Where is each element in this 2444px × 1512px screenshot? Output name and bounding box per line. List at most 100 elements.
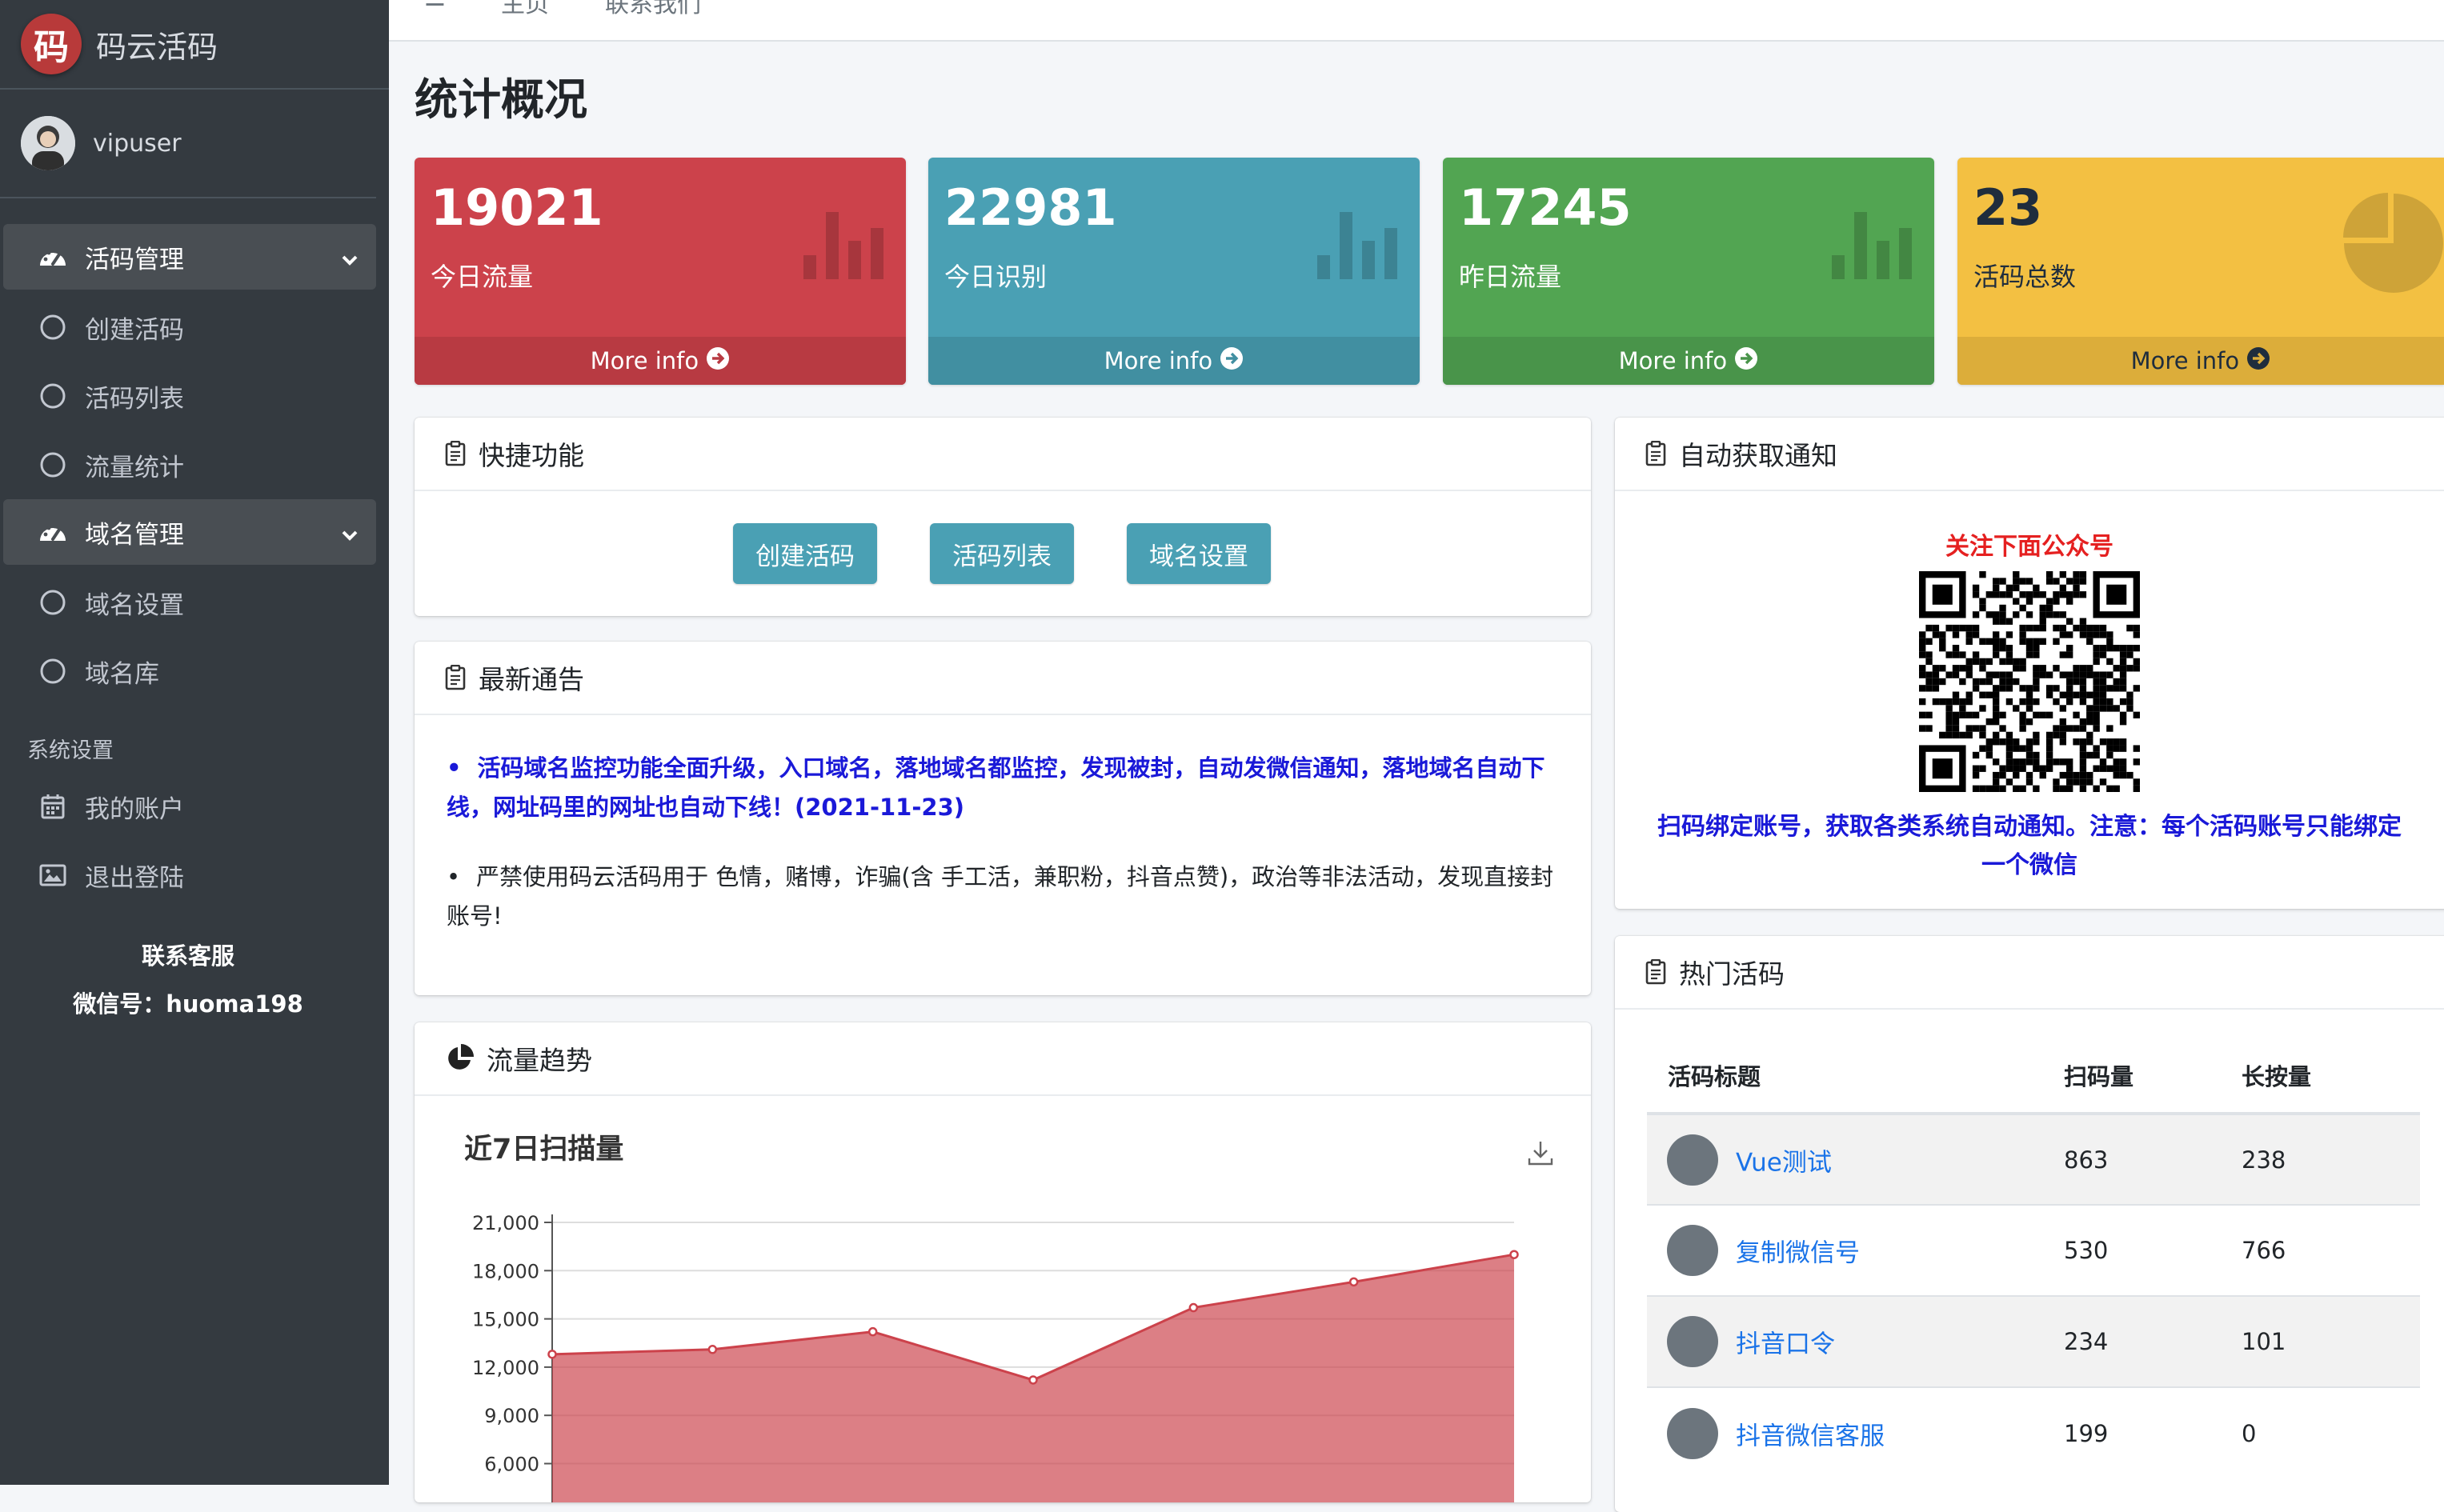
stat-label: 昨日流量 xyxy=(1459,262,1562,292)
contact-support: 联系客服 微信号：huoma198 xyxy=(0,932,389,1028)
sidebar-item-domain-manage[interactable]: 域名管理 xyxy=(3,499,376,565)
arrow-circle-right-icon xyxy=(1734,346,1758,376)
bar-chart-icon xyxy=(1317,206,1397,284)
stat-value: 17245 xyxy=(1459,178,1632,237)
hot-huoma-card: 热门活码 活码标题 扫码量 长按量 Vue测试 863 238 复制微信号 53… xyxy=(1615,936,2444,1512)
stat-box-yesterday-traffic: 17245 昨日流量 More info xyxy=(1443,158,1934,385)
sidebar-header-system: 系统设置 xyxy=(27,738,114,763)
top-navbar: ☰ 主页 联系我们 xyxy=(389,0,2444,42)
stat-label: 今日流量 xyxy=(431,262,534,292)
row-title-cell: 复制微信号 xyxy=(1647,1204,2063,1296)
more-info-link[interactable]: More info xyxy=(928,337,1420,385)
bar-chart-icon xyxy=(1832,206,1912,284)
chevron-down-icon xyxy=(341,245,359,274)
sidebar-item-label: 退出登陆 xyxy=(85,863,184,893)
contact-title: 联系客服 xyxy=(141,942,234,970)
data-point[interactable] xyxy=(1188,1302,1199,1313)
huoma-thumbnail xyxy=(1667,1134,1718,1186)
sidebar-item-label: 我的账户 xyxy=(85,794,184,824)
tachometer-icon xyxy=(37,241,69,273)
data-point[interactable] xyxy=(1028,1375,1038,1385)
arrow-circle-right-icon xyxy=(1220,346,1244,376)
domain-settings-button[interactable]: 域名设置 xyxy=(1127,523,1271,584)
user-panel[interactable]: vipuser xyxy=(0,90,376,198)
stat-value: 22981 xyxy=(944,178,1117,237)
sidebar-item-huoma-manage[interactable]: 活码管理 xyxy=(3,224,376,290)
sidebar-item-traffic-stats[interactable]: 流量统计 xyxy=(3,430,376,499)
stat-box-total-huoma: 23 活码总数 More info xyxy=(1957,158,2444,385)
nav-contact-link[interactable]: 联系我们 xyxy=(605,0,701,19)
sidebar-nav: 活码管理 创建活码 活码列表 流量统计 域名管理 域名设置 域名库 系统设置 我… xyxy=(0,198,389,910)
trend-chart: 21,000 18,000 15,000 12,000 9,000 6,000 xyxy=(472,1212,1519,1502)
clipboard-icon xyxy=(1645,441,1666,466)
brand[interactable]: 码 码云活码 xyxy=(0,0,389,90)
latest-notice-card: 最新通告 • 活码域名监控功能全面升级，入口域名，落地域名都监控，发现被封，自动发… xyxy=(415,642,1591,995)
stat-value: 19021 xyxy=(431,178,603,237)
data-point[interactable] xyxy=(1348,1277,1359,1287)
data-point[interactable] xyxy=(867,1326,878,1337)
data-point[interactable] xyxy=(707,1345,718,1354)
huoma-thumbnail xyxy=(1667,1316,1718,1367)
sidebar-item-my-account[interactable]: 我的账户 xyxy=(3,772,376,841)
bar-chart-icon xyxy=(803,206,883,284)
image-icon xyxy=(37,859,69,891)
table-row: 复制微信号 530 766 xyxy=(1647,1204,2420,1296)
sidebar-item-create-huoma[interactable]: 创建活码 xyxy=(3,293,376,362)
sidebar-item-huoma-list[interactable]: 活码列表 xyxy=(3,362,376,430)
press-count: 0 xyxy=(2241,1386,2420,1478)
avatar xyxy=(21,116,75,170)
sidebar-item-domain-library[interactable]: 域名库 xyxy=(3,637,376,706)
more-info-label: More info xyxy=(1618,347,1728,374)
card-title: 自动获取通知 xyxy=(1679,440,1837,471)
brand-logo-icon: 码 xyxy=(21,14,82,74)
sidebar-item-label: 流量统计 xyxy=(85,453,184,482)
brand-name: 码云活码 xyxy=(96,29,218,65)
create-huoma-button[interactable]: 创建活码 xyxy=(733,523,877,584)
sidebar: 码 码云活码 vipuser 活码管理 创建活码 活码列表 流量统计 域名管理 … xyxy=(0,0,389,1485)
circle-icon xyxy=(37,380,69,412)
circle-icon xyxy=(37,449,69,481)
sidebar-item-domain-settings[interactable]: 域名设置 xyxy=(3,568,376,637)
more-info-link[interactable]: More info xyxy=(1443,337,1934,385)
nav-home-link[interactable]: 主页 xyxy=(501,0,549,19)
huoma-link[interactable]: Vue测试 xyxy=(1736,1148,1832,1177)
hot-huoma-table: 活码标题 扫码量 长按量 Vue测试 863 238 复制微信号 530 766… xyxy=(1647,1038,2420,1478)
circle-icon xyxy=(37,655,69,687)
sidebar-item-label: 创建活码 xyxy=(85,315,184,345)
calendar-icon xyxy=(37,790,69,822)
press-count: 101 xyxy=(2241,1295,2420,1387)
arrow-circle-right-icon xyxy=(706,346,730,376)
more-info-link[interactable]: More info xyxy=(1957,337,2444,385)
huoma-thumbnail xyxy=(1667,1225,1718,1276)
huoma-list-button[interactable]: 活码列表 xyxy=(930,523,1074,584)
sidebar-item-logout[interactable]: 退出登陆 xyxy=(3,841,376,910)
chevron-down-icon xyxy=(341,520,359,549)
more-info-label: More info xyxy=(2130,347,2240,374)
stat-value: 23 xyxy=(1973,178,2043,237)
huoma-link[interactable]: 抖音口令 xyxy=(1736,1330,1835,1359)
user-name: vipuser xyxy=(93,129,182,158)
col-scan: 扫码量 xyxy=(2063,1038,2241,1115)
card-title: 最新通告 xyxy=(479,664,584,695)
more-info-link[interactable]: More info xyxy=(415,337,906,385)
huoma-thumbnail xyxy=(1667,1407,1718,1459)
col-press: 长按量 xyxy=(2241,1038,2420,1115)
more-info-label: More info xyxy=(590,347,699,374)
qr-code-icon xyxy=(1919,571,2140,792)
clipboard-icon xyxy=(445,665,466,690)
y-tick-label: 9,000 xyxy=(484,1405,539,1427)
sidebar-item-label: 域名库 xyxy=(85,659,159,689)
data-point[interactable] xyxy=(1509,1250,1519,1259)
more-info-label: More info xyxy=(1104,347,1213,374)
card-header: 自动获取通知 xyxy=(1615,418,2444,491)
pie-chart-icon xyxy=(2343,193,2444,297)
contact-wechat: 微信号：huoma198 xyxy=(73,990,303,1018)
card-header: 快捷功能 xyxy=(415,418,1591,491)
huoma-link[interactable]: 复制微信号 xyxy=(1736,1239,1860,1268)
card-title: 快捷功能 xyxy=(479,440,584,471)
page-title: 统计概况 xyxy=(415,74,587,125)
menu-icon[interactable]: ☰ xyxy=(424,0,446,12)
huoma-link[interactable]: 抖音微信客服 xyxy=(1736,1422,1885,1450)
qr-description: 扫码绑定账号，获取各类系统自动通知。注意：每个活码账号只能绑定一个微信 xyxy=(1657,813,2402,879)
data-point[interactable] xyxy=(547,1350,557,1359)
